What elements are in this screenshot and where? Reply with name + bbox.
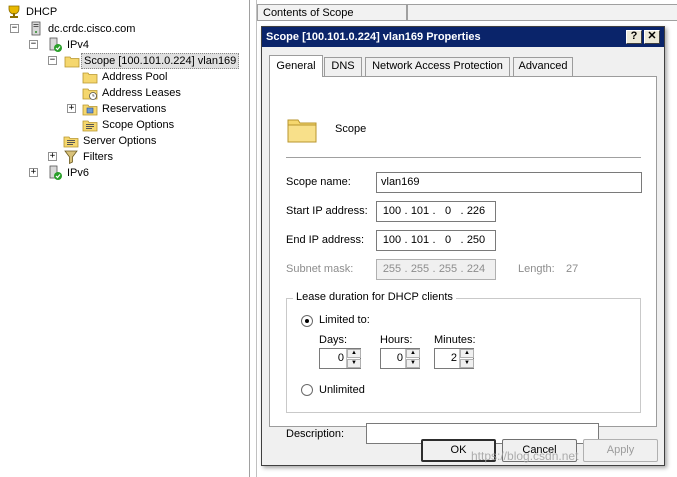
options-icon [82,120,98,132]
apply-button[interactable]: Apply [583,439,658,462]
ip-octet: 255 [410,263,430,275]
length-value: 27 [566,263,579,275]
ip-octet: 101 [410,205,430,217]
unlimited-label: Unlimited [319,384,365,396]
minutes-spin-buttons: ▲ ▼ [459,349,474,368]
tree-label-ipv6: IPv6 [67,167,90,179]
tree-label-scope: Scope [100.101.0.224] vlan169 [81,53,240,69]
header-divider [286,157,641,159]
address-leases-icon [82,88,98,100]
spin-up-icon[interactable]: ▲ [460,349,474,358]
lease-duration-title: Lease duration for DHCP clients [293,291,456,303]
scope-name-input[interactable]: vlan169 [376,172,642,193]
ip-octet: 101 [410,234,430,246]
ip-octet: 255 [382,263,402,275]
days-label: Days: [319,334,348,346]
dhcp-icon [8,5,20,18]
server-icon [31,21,41,36]
column-header-blank[interactable] [407,4,677,21]
tree-label-address-pool: Address Pool [102,71,168,83]
tree-label-scope-options: Scope Options [102,119,175,131]
start-ip-input[interactable]: 100. 101. 0. 226 [376,201,496,222]
expand-icon[interactable]: + [48,152,57,161]
reservations-icon [82,104,98,116]
minutes-spinner[interactable]: 2 ▲ ▼ [434,348,474,369]
radio-selected-dot [305,319,309,323]
tree-label-address-leases: Address Leases [102,87,181,99]
tree-label-ipv4: IPv4 [67,39,90,51]
description-label: Description: [286,428,345,440]
address-pool-icon [82,72,98,84]
scope-name-label: Scope name: [286,176,351,188]
expand-icon[interactable]: + [29,168,38,177]
tab-dns[interactable]: DNS [324,57,362,76]
ipv6-icon [49,165,62,180]
ip-octet: 226 [466,205,486,217]
dialog-titlebar[interactable]: Scope [100.101.0.224] vlan169 Properties… [262,27,664,47]
spin-up-icon[interactable]: ▲ [406,349,420,358]
tab-general[interactable]: General [269,55,323,77]
spin-down-icon[interactable]: ▼ [460,359,474,368]
ipv4-icon [49,37,62,52]
end-ip-input[interactable]: 100. 101. 0. 250 [376,230,496,251]
days-value: 0 [337,352,344,364]
tree-label-dhcp: DHCP [26,6,58,18]
start-ip-label: Start IP address: [286,205,368,217]
ip-octet: 100 [382,205,402,217]
spin-up-icon[interactable]: ▲ [347,349,361,358]
ip-octet: 224 [466,263,486,275]
filter-icon [64,150,78,165]
subnet-mask-input: 255. 255. 255. 224 [376,259,496,280]
watermark-text: https://blog.csdn.net [471,449,579,463]
ip-octet: 250 [466,234,486,246]
ip-octet: 0 [444,205,452,217]
column-header-contents[interactable]: Contents of Scope [257,4,407,21]
options-icon [63,136,79,148]
tree-label-server-options: Server Options [83,135,157,147]
hours-value: 0 [396,352,403,364]
limited-label: Limited to: [319,314,370,326]
expand-icon[interactable]: + [67,104,76,113]
length-label: Length: [518,263,555,275]
ip-octet: 100 [382,234,402,246]
lease-duration-group: Lease duration for DHCP clients Limited … [286,291,641,413]
scope-properties-dialog: Scope [100.101.0.224] vlan169 Properties… [261,26,665,466]
scope-header-label: Scope [335,123,367,135]
hours-spinner[interactable]: 0 ▲ ▼ [380,348,420,369]
collapse-icon[interactable]: − [10,24,19,33]
tree-label-filters: Filters [83,151,113,163]
close-button[interactable]: ✕ [644,30,660,44]
collapse-icon[interactable]: − [29,40,38,49]
hours-label: Hours: [380,334,413,346]
spin-down-icon[interactable]: ▼ [406,359,420,368]
end-ip-label: End IP address: [286,234,365,246]
minutes-value: 2 [450,352,457,364]
limited-radio[interactable] [301,315,313,327]
tree-label-server: dc.crdc.cisco.com [48,23,136,35]
tab-network-access-protection[interactable]: Network Access Protection [365,57,510,76]
subnet-mask-label: Subnet mask: [286,263,354,275]
unlimited-radio[interactable] [301,384,313,396]
spin-down-icon[interactable]: ▼ [347,359,361,368]
days-spin-buttons: ▲ ▼ [346,349,361,368]
general-tab-panel: Scope Scope name: vlan169 Start IP addre… [269,76,657,444]
hours-spin-buttons: ▲ ▼ [405,349,420,368]
help-button[interactable]: ? [626,30,642,44]
days-spinner[interactable]: 0 ▲ ▼ [319,348,361,369]
dialog-title: Scope [100.101.0.224] vlan169 Properties [266,31,481,43]
console-tree: DHCP − dc.crdc.cisco.com − IPv4 − Scope … [0,0,250,477]
ip-octet: 0 [444,234,452,246]
folder-icon [64,56,80,68]
tab-advanced[interactable]: Advanced [513,57,573,76]
minutes-label: Minutes: [434,334,476,346]
tree-label-reservations: Reservations [102,103,167,115]
ip-octet: 255 [438,263,458,275]
collapse-icon[interactable]: − [48,56,57,65]
scope-folder-icon [287,119,317,143]
